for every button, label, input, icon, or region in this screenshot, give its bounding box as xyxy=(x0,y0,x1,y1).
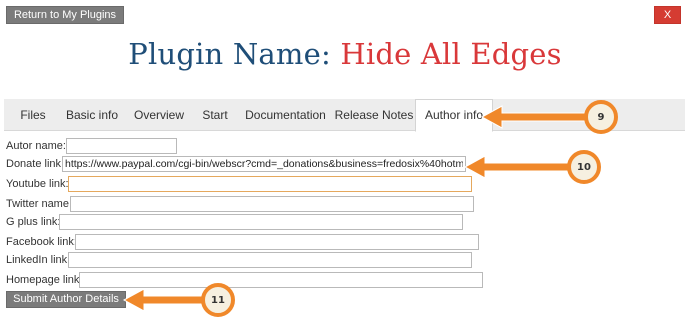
gplus-link-field[interactable] xyxy=(59,214,463,230)
donate-link-label: Donate link: xyxy=(6,158,65,170)
callout-10-number: 10 xyxy=(577,161,591,173)
linkedin-link-label: LinkedIn link: xyxy=(6,254,71,266)
callout-9-number: 9 xyxy=(597,111,605,123)
twitter-name-field[interactable] xyxy=(70,196,474,212)
donate-link-field[interactable] xyxy=(62,156,466,172)
arrow-left-icon xyxy=(122,283,235,317)
submit-author-details-button[interactable]: Submit Author Details xyxy=(6,291,126,308)
callout-11-number: 11 xyxy=(211,294,225,306)
callout-10: 10 xyxy=(463,148,613,186)
tab-overview[interactable]: Overview xyxy=(126,99,192,131)
youtube-link-label: Youtube link: xyxy=(6,178,69,190)
close-button[interactable]: X xyxy=(654,6,681,24)
gplus-link-label: G plus link: xyxy=(6,216,61,228)
facebook-link-label: Facebook link: xyxy=(6,236,77,248)
tab-files[interactable]: Files xyxy=(8,99,58,131)
tab-documentation[interactable]: Documentation xyxy=(238,99,333,131)
author-name-label: Autor name: xyxy=(6,140,66,152)
twitter-name-label: Twitter name: xyxy=(6,198,73,210)
plugin-name: Hide All Edges xyxy=(340,37,562,71)
facebook-link-field[interactable] xyxy=(75,234,479,250)
tab-release-notes[interactable]: Release Notes xyxy=(333,99,415,131)
author-name-field[interactable] xyxy=(66,138,177,154)
page-title: Plugin Name: Hide All Edges xyxy=(0,32,690,76)
tab-basic-info[interactable]: Basic info xyxy=(58,99,126,131)
return-to-my-plugins-button[interactable]: Return to My Plugins xyxy=(6,6,124,24)
callout-9: 9 xyxy=(480,98,630,136)
tab-start[interactable]: Start xyxy=(192,99,238,131)
page-title-prefix: Plugin Name: xyxy=(128,37,331,71)
homepage-link-label: Homepage link: xyxy=(6,274,83,286)
linkedin-link-field[interactable] xyxy=(68,252,472,268)
callout-11: 11 xyxy=(122,281,272,319)
youtube-link-field[interactable] xyxy=(68,176,472,192)
